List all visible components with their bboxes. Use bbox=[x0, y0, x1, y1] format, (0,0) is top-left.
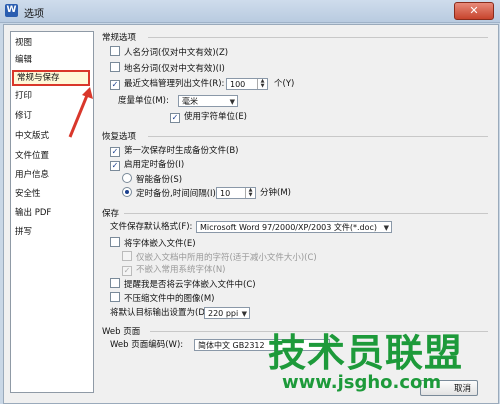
place-name-option[interactable]: 地名分词(仅对中文有效)(I) bbox=[110, 62, 225, 74]
general-group-divider bbox=[148, 37, 488, 38]
sidebar-item-general-save[interactable]: 常规与保存 bbox=[12, 70, 90, 86]
smart-backup-radio[interactable] bbox=[122, 173, 132, 183]
remind-cloud-checkbox[interactable] bbox=[110, 278, 120, 288]
embed-fonts-option[interactable]: 将字体嵌入文件(E) bbox=[110, 237, 196, 249]
dialog-title: 选项 bbox=[24, 9, 44, 20]
interval-backup-option[interactable]: 定时备份,时间间隔(I): bbox=[122, 187, 219, 199]
default-resolution-select[interactable]: 220 ppi ▼ bbox=[204, 307, 250, 319]
web-encoding-label: Web 页面编码(W): bbox=[110, 340, 184, 350]
recent-files-checkbox[interactable] bbox=[110, 80, 120, 90]
place-name-label: 地名分词(仅对中文有效)(I) bbox=[124, 64, 225, 74]
default-format-select[interactable]: Microsoft Word 97/2000/XP/2003 文件(*.doc)… bbox=[196, 221, 392, 233]
close-button[interactable]: ✕ bbox=[454, 2, 494, 20]
no-common-fonts-label: 不嵌入常用系统字体(N) bbox=[136, 265, 226, 275]
chevron-down-icon: ▼ bbox=[229, 98, 235, 106]
remind-cloud-label: 提醒我是否将云字体嵌入文件中(C) bbox=[124, 280, 256, 290]
restore-group-title: 恢复选项 bbox=[102, 132, 137, 142]
save-group-title: 保存 bbox=[102, 209, 120, 219]
spinner-arrows-icon[interactable]: ▲ ▼ bbox=[245, 188, 255, 198]
backup-first-checkbox[interactable] bbox=[110, 147, 120, 157]
person-name-label: 人名分词(仅对中文有效)(Z) bbox=[124, 48, 229, 58]
web-encoding-value: 简体中文 GB2312 bbox=[198, 341, 265, 350]
default-format-label: 文件保存默认格式(F): bbox=[110, 222, 193, 232]
interval-backup-radio[interactable] bbox=[122, 187, 132, 197]
char-unit-option[interactable]: 使用字符单位(E) bbox=[170, 111, 247, 123]
save-group-divider bbox=[124, 213, 488, 214]
backup-first-label: 第一次保存时生成备份文件(B) bbox=[124, 146, 239, 156]
embed-used-only-option[interactable]: 仅嵌入文档中所用的字符(适于减小文件大小)(C) bbox=[122, 251, 317, 263]
measure-unit-value: 毫米 bbox=[182, 97, 198, 106]
sidebar-item-export-pdf[interactable]: 输出 PDF bbox=[15, 206, 51, 220]
no-common-fonts-checkbox[interactable] bbox=[122, 266, 132, 276]
remind-cloud-option[interactable]: 提醒我是否将云字体嵌入文件中(C) bbox=[110, 278, 256, 290]
recent-files-unit: 个(Y) bbox=[274, 79, 295, 89]
person-name-checkbox[interactable] bbox=[110, 46, 120, 56]
no-compress-option[interactable]: 不压缩文件中的图像(M) bbox=[110, 292, 214, 304]
timed-backup-label: 启用定时备份(I) bbox=[124, 160, 185, 170]
recent-files-option[interactable]: 最近文档管理列出文件(R): bbox=[110, 78, 224, 90]
backup-interval-unit: 分钟(M) bbox=[260, 188, 291, 198]
interval-backup-label: 定时备份,时间间隔(I): bbox=[136, 189, 219, 199]
char-unit-label: 使用字符单位(E) bbox=[184, 112, 248, 122]
timed-backup-option[interactable]: 启用定时备份(I) bbox=[110, 159, 184, 171]
default-resolution-value: 220 ppi bbox=[208, 309, 239, 318]
sidebar-item-revision[interactable]: 修订 bbox=[15, 109, 32, 123]
watermark-url: www.jsgho.com bbox=[282, 372, 442, 393]
recent-files-count-value: 100 bbox=[230, 80, 246, 89]
backup-interval-input[interactable]: 10 ▲ ▼ bbox=[216, 187, 256, 199]
embed-used-only-checkbox[interactable] bbox=[122, 251, 132, 261]
red-arrow-annotation bbox=[68, 87, 93, 138]
no-common-fonts-option[interactable]: 不嵌入常用系统字体(N) bbox=[122, 264, 226, 276]
char-unit-checkbox[interactable] bbox=[170, 113, 180, 123]
measure-unit-select[interactable]: 毫米 ▼ bbox=[178, 95, 238, 107]
sidebar-item-user-info[interactable]: 用户信息 bbox=[15, 168, 49, 182]
sidebar-item-edit[interactable]: 编辑 bbox=[15, 53, 32, 67]
recent-files-count-input[interactable]: 100 ▲ ▼ bbox=[226, 78, 268, 90]
embed-fonts-label: 将字体嵌入文件(E) bbox=[124, 239, 196, 249]
backup-first-option[interactable]: 第一次保存时生成备份文件(B) bbox=[110, 145, 238, 157]
place-name-checkbox[interactable] bbox=[110, 62, 120, 72]
person-name-option[interactable]: 人名分词(仅对中文有效)(Z) bbox=[110, 46, 228, 58]
sidebar-item-view[interactable]: 视图 bbox=[15, 36, 32, 50]
watermark-logo-text: 技术员联盟 bbox=[268, 331, 464, 375]
no-compress-label: 不压缩文件中的图像(M) bbox=[124, 294, 215, 304]
default-resolution-label: 将默认目标输出设置为(D): bbox=[110, 308, 212, 318]
sidebar-item-file-location[interactable]: 文件位置 bbox=[15, 149, 49, 163]
sidebar-item-print[interactable]: 打印 bbox=[15, 89, 32, 103]
recent-files-label: 最近文档管理列出文件(R): bbox=[124, 79, 225, 89]
chevron-down-icon: ▼ bbox=[383, 224, 389, 232]
sidebar-item-chinese-layout[interactable]: 中文版式 bbox=[15, 129, 49, 143]
spinner-arrows-icon[interactable]: ▲ ▼ bbox=[257, 79, 267, 89]
measure-unit-label: 度量单位(M): bbox=[118, 96, 169, 106]
chevron-down-icon: ▼ bbox=[241, 310, 247, 318]
sidebar-item-spelling[interactable]: 拼写 bbox=[15, 225, 32, 239]
smart-backup-label: 智能备份(S) bbox=[136, 175, 183, 185]
timed-backup-checkbox[interactable] bbox=[110, 161, 120, 171]
sidebar-item-security[interactable]: 安全性 bbox=[15, 187, 41, 201]
no-compress-checkbox[interactable] bbox=[110, 292, 120, 302]
embed-used-only-label: 仅嵌入文档中所用的字符(适于减小文件大小)(C) bbox=[136, 253, 317, 263]
restore-group-divider bbox=[148, 136, 488, 137]
backup-interval-value: 10 bbox=[220, 189, 231, 198]
default-format-value: Microsoft Word 97/2000/XP/2003 文件(*.doc) bbox=[200, 223, 378, 232]
close-icon: ✕ bbox=[469, 4, 479, 17]
wps-writer-icon: W bbox=[5, 4, 18, 17]
smart-backup-option[interactable]: 智能备份(S) bbox=[122, 173, 182, 185]
embed-fonts-checkbox[interactable] bbox=[110, 237, 120, 247]
general-group-title: 常规选项 bbox=[102, 33, 137, 43]
options-dialog: W 选项 ✕ 视图 编辑 常规与保存 打印 修订 中文版式 文件位置 用户信息 … bbox=[0, 0, 500, 404]
title-bar[interactable]: W 选项 ✕ bbox=[0, 0, 500, 23]
web-group-title: Web 页面 bbox=[102, 327, 141, 337]
